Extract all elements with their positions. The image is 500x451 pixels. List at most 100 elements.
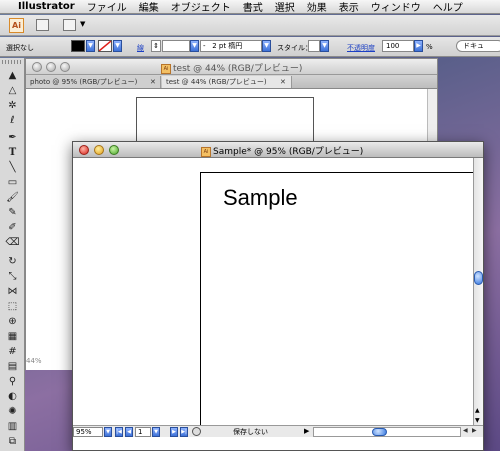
- document-icon: Ai: [201, 146, 211, 157]
- fill-swatch[interactable]: [71, 40, 85, 52]
- rectangle-tool-icon[interactable]: ▭: [4, 175, 21, 190]
- none-slash-icon: [98, 40, 112, 52]
- window-title-text: Sample* @ 95% (RGB/プレビュー): [213, 147, 364, 157]
- first-artboard-button[interactable]: |◀: [115, 427, 123, 437]
- zoom-dropdown[interactable]: ▼: [104, 427, 112, 437]
- stroke-weight-dropdown[interactable]: ▼: [190, 40, 199, 52]
- free-transform-tool-icon[interactable]: ⬚: [4, 299, 21, 314]
- window-title-bar[interactable]: Ai Sample* @ 95% (RGB/プレビュー): [73, 142, 483, 158]
- scroll-thumb[interactable]: [372, 428, 387, 436]
- artboard[interactable]: Sample: [200, 172, 475, 435]
- artboard-dropdown[interactable]: ▼: [152, 427, 160, 437]
- scroll-down-arrow-icon[interactable]: ▼: [475, 417, 480, 424]
- tab-close-icon[interactable]: ✕: [280, 76, 286, 88]
- type-tool-icon[interactable]: T: [4, 145, 21, 160]
- mesh-tool-icon[interactable]: #: [4, 344, 21, 359]
- blob-brush-tool-icon[interactable]: ✐: [4, 220, 21, 235]
- width-tool-icon[interactable]: ⋈: [4, 284, 21, 299]
- status-info-icon[interactable]: [192, 427, 201, 436]
- brush-definition-select[interactable]: - 2 pt 楕円: [200, 40, 262, 52]
- next-artboard-button[interactable]: ▶: [170, 427, 178, 437]
- tab-label: photo @ 95% (RGB/プレビュー): [30, 78, 138, 86]
- close-icon[interactable]: [32, 62, 42, 72]
- window-title: Ai test @ 44% (RGB/プレビュー): [161, 61, 302, 74]
- status-menu-arrow-icon[interactable]: ▶: [304, 427, 309, 435]
- stroke-label[interactable]: 線: [137, 43, 144, 53]
- last-artboard-button[interactable]: ▶|: [180, 427, 188, 437]
- opacity-label[interactable]: 不透明度: [347, 43, 375, 53]
- vertical-scrollbar[interactable]: ▲ ▼: [473, 158, 483, 434]
- tab-photo[interactable]: photo @ 95% (RGB/プレビュー) ✕: [26, 76, 161, 88]
- save-status-text: 保存しない: [233, 428, 268, 436]
- gradient-tool-icon[interactable]: ▤: [4, 359, 21, 374]
- close-icon[interactable]: [79, 145, 89, 155]
- selection-tool-icon[interactable]: ▲: [4, 68, 21, 83]
- panel-grip[interactable]: [2, 60, 22, 64]
- lasso-tool-icon[interactable]: ℓ: [4, 113, 21, 128]
- status-bar: 95% ▼ |◀ ◀ 1 ▼ ▶ ▶| 保存しない ▶ ◀ ▶: [73, 425, 483, 437]
- perspective-grid-tool-icon[interactable]: ▦: [4, 329, 21, 344]
- document-setup-button[interactable]: ドキュ: [456, 40, 500, 52]
- minimize-icon[interactable]: [46, 62, 56, 72]
- artboard-tool-icon[interactable]: ⧉: [4, 434, 21, 449]
- menu-effect[interactable]: 効果: [301, 0, 333, 14]
- zoom-field[interactable]: 95%: [73, 427, 103, 437]
- magic-wand-tool-icon[interactable]: ✲: [4, 98, 21, 113]
- scroll-right-arrow-icon[interactable]: ▶: [472, 427, 477, 434]
- zoom-level[interactable]: 44%: [26, 357, 42, 365]
- stroke-weight-input[interactable]: [162, 40, 190, 52]
- line-tool-icon[interactable]: ╲: [4, 160, 21, 175]
- scroll-up-arrow-icon[interactable]: ▲: [475, 407, 480, 414]
- menu-view[interactable]: 表示: [333, 0, 365, 14]
- fill-dropdown[interactable]: ▼: [86, 40, 95, 52]
- artboard-text[interactable]: Sample: [223, 185, 298, 211]
- opacity-dropdown[interactable]: ▶: [414, 40, 423, 52]
- opacity-input[interactable]: 100: [382, 40, 414, 52]
- horizontal-scrollbar[interactable]: [313, 427, 461, 437]
- shape-builder-tool-icon[interactable]: ⊕: [4, 314, 21, 329]
- style-dropdown[interactable]: ▼: [320, 40, 329, 52]
- column-graph-tool-icon[interactable]: ▥: [4, 419, 21, 434]
- tab-close-icon[interactable]: ✕: [150, 76, 156, 88]
- menu-object[interactable]: オブジェクト: [165, 0, 237, 14]
- pencil-tool-icon[interactable]: ✎: [4, 205, 21, 220]
- eyedropper-tool-icon[interactable]: ⚲: [4, 374, 21, 389]
- eraser-tool-icon[interactable]: ⌫: [4, 235, 21, 250]
- menu-select[interactable]: 選択: [269, 0, 301, 14]
- scroll-thumb[interactable]: [474, 271, 483, 285]
- pen-tool-icon[interactable]: ✒: [4, 130, 21, 145]
- arrange-dropdown-arrow-icon[interactable]: ▼: [80, 20, 85, 28]
- scale-tool-icon[interactable]: ⤡: [4, 269, 21, 284]
- menu-help[interactable]: ヘルプ: [427, 0, 469, 14]
- minimize-icon[interactable]: [94, 145, 104, 155]
- menu-file[interactable]: ファイル: [81, 0, 133, 14]
- scroll-left-arrow-icon[interactable]: ◀: [463, 427, 468, 434]
- symbol-sprayer-tool-icon[interactable]: ✺: [4, 404, 21, 419]
- menu-window[interactable]: ウィンドウ: [365, 0, 427, 14]
- rotate-tool-icon[interactable]: ↻: [4, 254, 21, 269]
- stroke-weight-stepper[interactable]: ⇕: [151, 40, 161, 52]
- arrange-documents-icon[interactable]: [63, 19, 76, 31]
- bridge-icon[interactable]: [36, 19, 49, 31]
- window-title-bar[interactable]: Ai test @ 44% (RGB/プレビュー): [26, 59, 437, 75]
- tab-test[interactable]: test @ 44% (RGB/プレビュー) ✕: [162, 76, 292, 88]
- blend-tool-icon[interactable]: ◐: [4, 389, 21, 404]
- app-menu[interactable]: Illustrator: [12, 1, 81, 12]
- selection-status: 選択なし: [6, 44, 34, 52]
- zoom-icon[interactable]: [60, 62, 70, 72]
- style-swatch[interactable]: [308, 40, 320, 52]
- zoom-icon[interactable]: [109, 145, 119, 155]
- document-setup-label: ドキュ: [463, 42, 484, 50]
- stroke-dropdown[interactable]: ▼: [113, 40, 122, 52]
- direct-selection-tool-icon[interactable]: △: [4, 83, 21, 98]
- window-title-text: test @ 44% (RGB/プレビュー): [173, 64, 303, 74]
- brush-dropdown[interactable]: ▼: [262, 40, 271, 52]
- artboard-number-field[interactable]: 1: [135, 427, 151, 437]
- tools-panel: ▲ △ ✲ ℓ ✒ T ╲ ▭ 🖌 ✎ ✐ ⌫ ↻ ⤡ ⋈ ⬚ ⊕ ▦ # ▤ …: [0, 58, 25, 451]
- menu-bar: Illustrator ファイル 編集 オブジェクト 書式 選択 効果 表示 ウ…: [0, 0, 500, 14]
- menu-type[interactable]: 書式: [237, 0, 269, 14]
- previous-artboard-button[interactable]: ◀: [125, 427, 133, 437]
- stroke-swatch[interactable]: [98, 40, 112, 52]
- menu-edit[interactable]: 編集: [133, 0, 165, 14]
- paintbrush-tool-icon[interactable]: 🖌: [4, 190, 21, 205]
